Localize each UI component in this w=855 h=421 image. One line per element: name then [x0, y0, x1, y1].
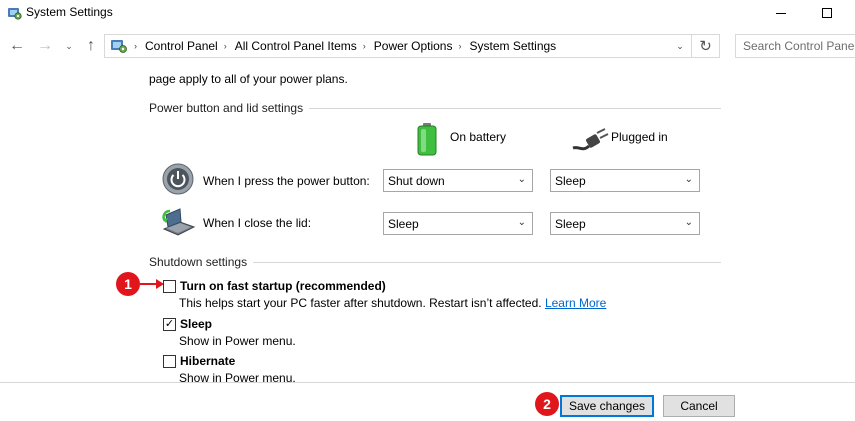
- cancel-button[interactable]: Cancel: [663, 395, 735, 417]
- power-plug-icon: [572, 128, 609, 151]
- recent-locations-chevron-icon[interactable]: ⌄: [62, 34, 76, 58]
- power-button-plugged-value: Sleep: [555, 173, 586, 188]
- chevron-down-icon: ⌄: [684, 174, 693, 185]
- power-section-heading: Power button and lid settings: [149, 101, 304, 115]
- minimize-icon: [776, 12, 786, 14]
- hibernate-description: Show in Power menu.: [179, 371, 296, 382]
- sleep-description: Show in Power menu.: [179, 334, 296, 348]
- breadcrumb-control-panel[interactable]: Control Panel: [145, 39, 218, 53]
- fast-startup-checkbox[interactable]: [163, 280, 176, 293]
- chevron-right-icon: ›: [134, 41, 137, 51]
- sleep-label: Sleep: [180, 317, 213, 331]
- minimize-button[interactable]: [758, 0, 804, 26]
- breadcrumb-all-items[interactable]: All Control Panel Items: [235, 39, 357, 53]
- close-lid-plugged-value: Sleep: [555, 216, 586, 231]
- chevron-down-icon: ⌄: [517, 217, 526, 228]
- close-lid-battery-select[interactable]: Sleep ⌄: [383, 212, 533, 235]
- search-input[interactable]: [735, 34, 855, 58]
- power-button-label: When I press the power button:: [203, 174, 370, 188]
- chevron-right-icon: ›: [223, 41, 227, 51]
- sleep-checkbox[interactable]: ✓: [163, 318, 176, 331]
- learn-more-link[interactable]: Learn More: [545, 296, 606, 310]
- chevron-down-icon: ⌄: [517, 174, 526, 185]
- annotation-marker-1: 1: [116, 272, 140, 296]
- fast-startup-description: This helps start your PC faster after sh…: [179, 296, 606, 310]
- maximize-icon: [822, 8, 832, 18]
- close-lid-battery-value: Sleep: [388, 216, 419, 231]
- power-button-icon: [162, 163, 194, 195]
- hibernate-checkbox[interactable]: [163, 355, 176, 368]
- section-divider: [309, 108, 721, 109]
- plugged-in-header: Plugged in: [611, 130, 668, 144]
- battery-icon: [417, 123, 437, 156]
- on-battery-header: On battery: [450, 130, 507, 144]
- settings-content: page apply to all of your power plans. P…: [0, 68, 855, 382]
- control-panel-icon: [8, 8, 22, 20]
- shutdown-section-heading: Shutdown settings: [149, 255, 248, 269]
- maximize-button[interactable]: [804, 0, 850, 26]
- refresh-icon[interactable]: ↻: [692, 34, 720, 58]
- breadcrumb-power-options[interactable]: Power Options: [374, 39, 453, 53]
- laptop-lid-icon: [162, 208, 196, 236]
- address-dropdown-icon[interactable]: ⌄: [669, 35, 691, 57]
- annotation-marker-2: 2: [535, 392, 559, 416]
- annotation-arrow-icon: [140, 279, 164, 289]
- up-arrow-icon[interactable]: ↑: [80, 34, 102, 58]
- navigation-bar: ← → ⌄ ↑ › Control Panel › All Control Pa…: [0, 26, 855, 68]
- hibernate-label: Hibernate: [180, 354, 236, 368]
- window-title: System Settings: [26, 5, 113, 19]
- checkmark-icon: ✓: [164, 318, 175, 330]
- forward-arrow-icon[interactable]: →: [34, 34, 56, 58]
- close-lid-label: When I close the lid:: [203, 216, 312, 230]
- fast-startup-label: Turn on fast startup (recommended): [180, 279, 386, 293]
- section-divider: [253, 262, 721, 263]
- intro-text: page apply to all of your power plans.: [149, 72, 348, 86]
- back-arrow-icon[interactable]: ←: [6, 34, 28, 58]
- chevron-right-icon: ›: [362, 41, 366, 51]
- chevron-right-icon: ›: [458, 41, 462, 51]
- title-bar: System Settings: [0, 0, 855, 26]
- footer-bar: 2 Save changes Cancel: [0, 382, 855, 421]
- breadcrumb-system-settings[interactable]: System Settings: [469, 39, 556, 53]
- power-button-plugged-select[interactable]: Sleep ⌄: [550, 169, 700, 192]
- address-bar[interactable]: › Control Panel › All Control Panel Item…: [104, 34, 692, 58]
- control-panel-icon: [111, 40, 127, 53]
- save-changes-button[interactable]: Save changes: [560, 395, 654, 417]
- fast-startup-description-text: This helps start your PC faster after sh…: [179, 296, 542, 310]
- close-lid-plugged-select[interactable]: Sleep ⌄: [550, 212, 700, 235]
- chevron-down-icon: ⌄: [684, 217, 693, 228]
- power-button-battery-select[interactable]: Shut down ⌄: [383, 169, 533, 192]
- power-button-battery-value: Shut down: [388, 173, 445, 188]
